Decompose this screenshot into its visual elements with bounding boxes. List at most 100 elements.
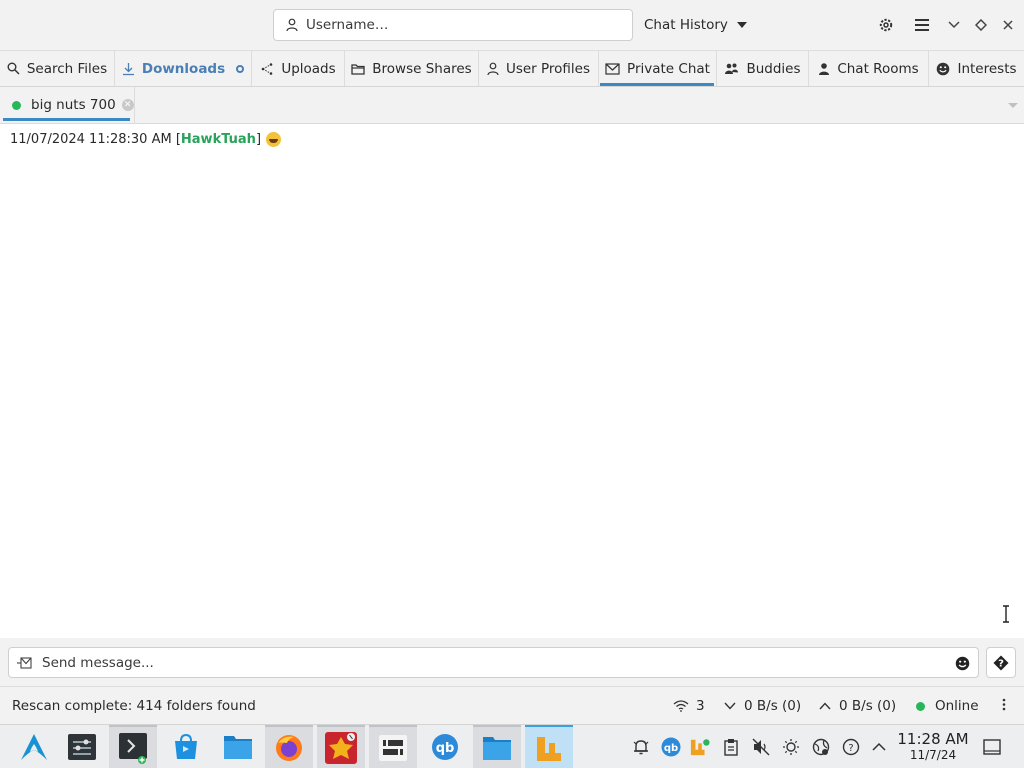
text-cursor-icon — [1003, 605, 1009, 623]
message-input-area: Send message... ? — [0, 638, 1024, 686]
tab-chat-rooms[interactable]: Chat Rooms — [809, 51, 929, 86]
qbittorrent-tray-icon[interactable]: qb — [661, 737, 681, 757]
arch-launcher-icon[interactable] — [10, 725, 58, 768]
nicotine-app-icon[interactable] — [317, 725, 365, 768]
status-bar: Rescan complete: 414 folders found 3 0 B… — [0, 686, 1024, 724]
clock-date: 11/7/24 — [909, 748, 957, 762]
archive-manager-icon[interactable] — [369, 725, 417, 768]
show-desktop-icon[interactable] — [982, 737, 1002, 757]
username-input[interactable]: Username… — [273, 9, 633, 41]
svg-text:qb: qb — [664, 743, 678, 754]
wifi-icon — [673, 700, 689, 712]
folder-icon — [351, 63, 365, 75]
chat-tab-label: big nuts 700 — [31, 97, 116, 113]
status-message: Rescan complete: 414 folders found — [12, 698, 256, 714]
download-speed: 0 B/s (0) — [744, 698, 802, 714]
mail-icon — [605, 62, 620, 75]
message-timestamp: 11/07/2024 11:28:30 AM — [10, 132, 172, 147]
chat-tab-bar: big nuts 700 ✕ — [0, 87, 1024, 124]
hamburger-menu-icon[interactable] — [912, 15, 932, 35]
download-speed-indicator[interactable]: 0 B/s (0) — [723, 698, 801, 714]
chat-tab-big-nuts-700[interactable]: big nuts 700 ✕ — [0, 87, 135, 123]
file-manager-icon[interactable] — [214, 725, 262, 768]
clipboard-icon[interactable] — [721, 737, 741, 757]
tab-label: Browse Shares — [372, 60, 472, 77]
user-icon — [286, 18, 298, 32]
terminal-icon[interactable] — [109, 725, 157, 768]
taskbar: qb qb ? 11:28 AM 11/7/24 — [0, 724, 1024, 768]
close-tab-icon[interactable]: ✕ — [121, 99, 134, 111]
tab-uploads[interactable]: Uploads — [252, 51, 345, 86]
svg-text:qb: qb — [436, 741, 455, 756]
help-icon: ? — [993, 655, 1009, 670]
chat-log[interactable]: 11/07/2024 11:28:30 AM [HawkTuah] — [0, 124, 1024, 638]
user-icon — [819, 62, 830, 75]
tab-label: Downloads — [141, 60, 226, 77]
help-button[interactable]: ? — [986, 647, 1016, 678]
emoji-picker-icon[interactable] — [955, 656, 970, 671]
online-status-button[interactable]: Online — [916, 698, 979, 714]
connections-indicator[interactable]: 3 — [673, 698, 705, 714]
tab-downloads[interactable]: Downloads — [115, 51, 252, 86]
user-icon — [487, 62, 499, 75]
clock-time: 11:28 AM — [897, 730, 969, 748]
tab-label: Chat Rooms — [837, 60, 919, 77]
tab-label: Search Files — [26, 60, 108, 77]
tab-buddies[interactable]: Buddies — [717, 51, 809, 86]
system-settings-icon[interactable] — [58, 725, 106, 768]
chat-history-label: Chat History — [644, 17, 728, 33]
tab-label: Buddies — [746, 60, 801, 77]
header-bar: Username… Chat History — [0, 0, 1024, 50]
message-placeholder: Send message... — [42, 654, 154, 671]
minimize-icon[interactable] — [944, 15, 964, 35]
online-status-label: Online — [935, 698, 979, 714]
tab-private-chat[interactable]: Private Chat — [599, 51, 717, 86]
qbittorrent-icon[interactable]: qb — [421, 725, 469, 768]
username-placeholder: Username… — [306, 17, 389, 33]
tab-label: Interests — [957, 60, 1017, 77]
send-message-icon — [17, 656, 32, 669]
notifications-icon[interactable] — [631, 737, 651, 757]
close-icon[interactable] — [998, 15, 1018, 35]
chat-history-button[interactable]: Chat History — [644, 17, 747, 33]
upload-speed: 0 B/s (0) — [839, 698, 897, 714]
tab-interests[interactable]: Interests — [929, 51, 1024, 86]
users-icon — [725, 63, 739, 74]
network-icon[interactable] — [811, 737, 831, 757]
more-options-icon[interactable] — [1002, 698, 1006, 711]
brightness-icon[interactable] — [781, 737, 801, 757]
maximize-icon[interactable] — [971, 15, 991, 35]
clock[interactable]: 11:28 AM 11/7/24 — [896, 730, 970, 763]
tab-list-dropdown-icon[interactable] — [1008, 103, 1018, 108]
tab-label: Uploads — [281, 60, 336, 77]
nicotine-tray-icon[interactable] — [690, 737, 710, 757]
help-tray-icon[interactable]: ? — [841, 737, 861, 757]
main-tab-bar: Search Files Downloads Uploads Browse Sh… — [0, 50, 1024, 87]
tab-search-files[interactable]: Search Files — [0, 51, 115, 86]
volume-muted-icon[interactable] — [751, 737, 771, 757]
gear-icon[interactable] — [876, 15, 896, 35]
discover-store-icon[interactable] — [162, 725, 210, 768]
online-status-icon — [916, 701, 925, 711]
upload-speed-indicator[interactable]: 0 B/s (0) — [818, 698, 896, 714]
folder-window-icon[interactable] — [473, 725, 521, 768]
download-status-badge — [236, 64, 245, 73]
chevron-up-icon[interactable] — [869, 737, 889, 757]
svg-text:?: ? — [848, 743, 853, 754]
chevron-down-icon — [724, 702, 736, 710]
chevron-down-icon — [736, 22, 747, 28]
tab-label: User Profiles — [505, 60, 591, 77]
username-close-bracket: ] — [255, 132, 262, 147]
svg-text:?: ? — [998, 658, 1004, 669]
tab-label: Private Chat — [627, 60, 710, 77]
nicotine-plus-icon[interactable] — [525, 725, 573, 768]
tab-user-profiles[interactable]: User Profiles — [479, 51, 599, 86]
message-input[interactable]: Send message... — [8, 647, 979, 678]
chat-message: 11/07/2024 11:28:30 AM [HawkTuah] — [10, 132, 282, 147]
message-username[interactable]: HawkTuah — [181, 132, 256, 147]
connections-count: 3 — [696, 698, 705, 714]
tab-browse-shares[interactable]: Browse Shares — [345, 51, 479, 86]
firefox-icon[interactable] — [265, 725, 313, 768]
download-icon — [122, 62, 134, 75]
search-icon — [7, 62, 20, 75]
